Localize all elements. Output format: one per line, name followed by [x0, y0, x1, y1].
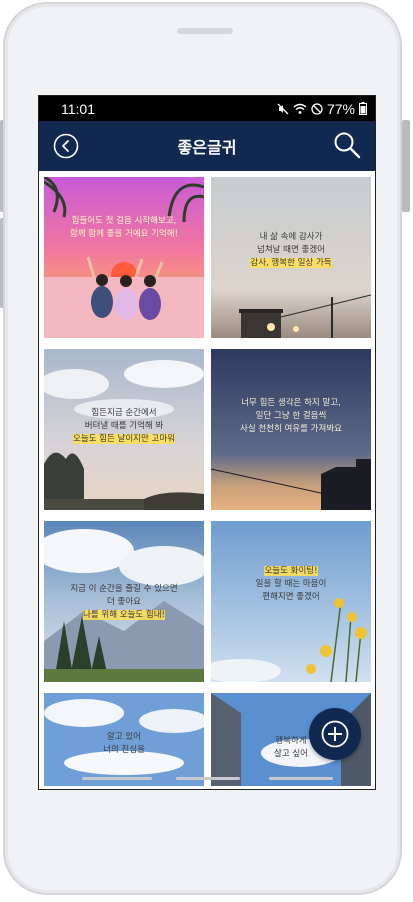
plus-icon — [321, 720, 349, 748]
quote-line: 내 삶 속에 감사가 — [259, 232, 323, 242]
search-icon[interactable] — [333, 131, 361, 159]
add-button[interactable] — [309, 708, 361, 760]
quote-line: 편해지면 좋겠어 — [262, 592, 320, 602]
quote-highlight: 오늘도 힘든 날이지만 고마워 — [73, 434, 175, 444]
status-bar: 11:01 77% — [39, 96, 375, 121]
quote-line: 힘들어도 첫 걸음 시작해보고, — [71, 216, 177, 226]
quote-highlight: 오늘도 화이팅! — [264, 566, 318, 576]
quote-image-grid: 힘들어도 첫 걸음 시작해보고, 함께 함께 좋을 거예요 기억해! 내 삶 속… — [39, 171, 375, 786]
app-bar: 좋은글귀 — [39, 121, 375, 171]
quote-highlight: 감사, 행복한 일상 가득 — [250, 258, 332, 268]
nav-hint — [82, 777, 152, 780]
mute-icon — [277, 103, 289, 114]
quote-line: 더 좋아요 — [107, 597, 141, 607]
quote-highlight: 나를 위해 오늘도 힘내! — [83, 610, 165, 620]
quote-line: 버텨낼 때를 기억해 봐 — [84, 421, 164, 431]
quote-line: 함께 함께 좋을 거예요 기억해! — [69, 229, 179, 239]
quote-card[interactable]: 알고 있어 너의 진심을 — [44, 693, 204, 786]
quote-line: 알고 있어 — [107, 732, 141, 742]
quote-card[interactable]: 너무 힘든 생각은 하지 말고, 일단 그냥 한 걸음씩 사실 천천히 여유를 … — [211, 349, 371, 510]
quote-line: 일단 그냥 한 걸음씩 — [255, 411, 327, 421]
quote-line: 힘든지금 순간에서 — [91, 408, 157, 418]
page-title: 좋은글귀 — [177, 138, 237, 157]
do-not-disturb-icon — [311, 102, 323, 115]
quote-line: 지금 이 순간을 즐길 수 있으면 — [70, 584, 178, 594]
quote-card[interactable]: 힘들어도 첫 걸음 시작해보고, 함께 함께 좋을 거예요 기억해! — [44, 177, 204, 338]
card-image — [44, 177, 204, 338]
quote-card[interactable]: 오늘도 화이팅! 일을 할 때는 마음이 편해지면 좋겠어 — [211, 521, 371, 682]
quote-line: 일을 할 때는 마음이 — [255, 579, 327, 589]
quote-line: 사실 천천히 여유를 가져봐요 — [240, 424, 342, 434]
quote-card[interactable]: 힘든지금 순간에서 버텨낼 때를 기억해 봐 오늘도 힘든 날이지만 고마워 — [44, 349, 204, 510]
quote-card[interactable]: 내 삶 속에 감사가 넘쳐날 때면 좋겠어 감사, 행복한 일상 가득 — [211, 177, 371, 338]
speaker-grille — [177, 28, 233, 34]
side-key — [402, 120, 410, 212]
nav-hint — [269, 777, 333, 780]
battery-percent: 77% — [326, 100, 355, 117]
quote-line: 넘쳐날 때면 좋겠어 — [257, 245, 325, 255]
quote-line: 너의 진심을 — [103, 745, 145, 755]
app-screen: 11:01 77% 좋은글귀 힘들어도 첫 걸음 시작해보고, 함께 함께 좋을… — [38, 95, 376, 790]
battery-icon — [359, 102, 367, 115]
quote-card[interactable]: 지금 이 순간을 즐길 수 있으면 더 좋아요 나를 위해 오늘도 힘내! — [44, 521, 204, 682]
back-icon[interactable] — [53, 133, 79, 159]
quote-line: 너무 힘든 생각은 하지 말고, — [241, 398, 341, 408]
wifi-icon — [293, 103, 307, 114]
status-time: 11:01 — [61, 100, 95, 117]
nav-hint — [176, 777, 240, 780]
